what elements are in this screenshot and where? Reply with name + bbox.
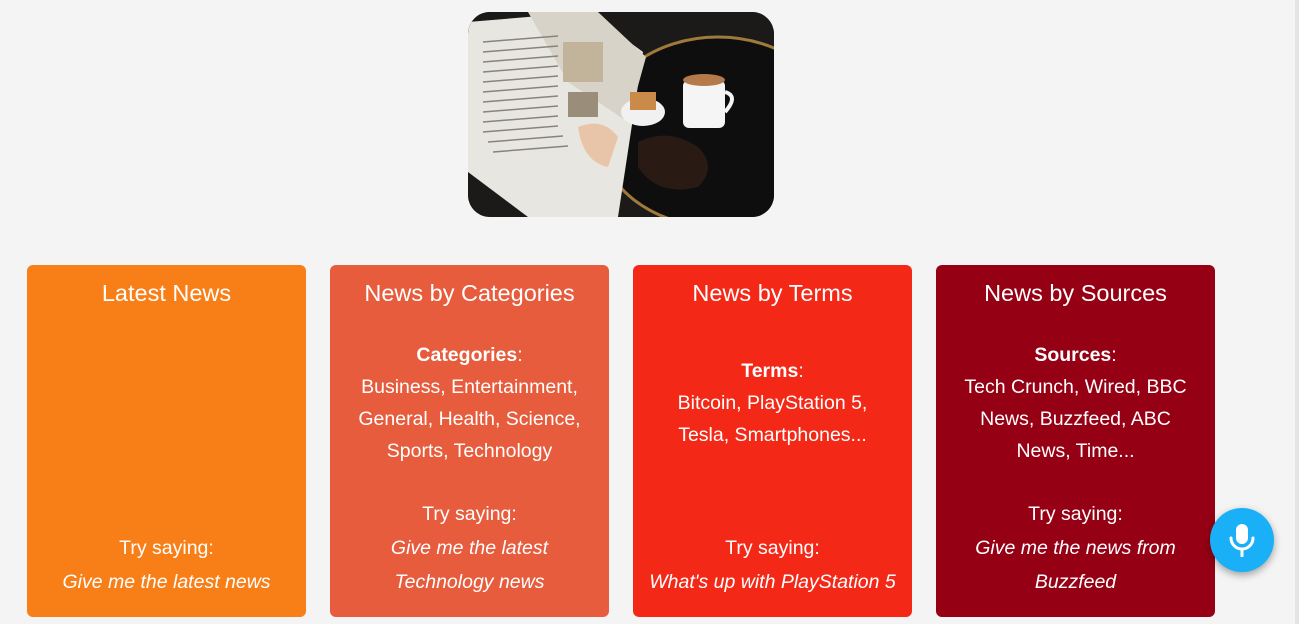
latest-news-card[interactable]: Latest News Try saying: Give me the late… [27,265,306,617]
try-saying: Try saying: Give me the news from Buzzfe… [936,497,1215,599]
example-phrase: Give me the latest Technology news [390,537,549,593]
try-saying: Try saying: What's up with PlayStation 5 [633,531,912,599]
try-saying: Try saying: Give me the latest Technolog… [330,497,609,599]
news-by-terms-card[interactable]: News by Terms Terms: Bitcoin, PlayStatio… [633,265,912,617]
example-phrase: Give me the latest news [62,571,271,593]
card-title: News by Categories [364,280,575,306]
list-colon: : [798,360,804,382]
list-colon: : [517,344,523,366]
try-saying-label: Try saying: [119,537,214,559]
list-label: Sources [1034,344,1112,366]
try-saying-label: Try saying: [1028,503,1123,525]
list-text: Business, Entertainment, General, Health… [358,376,581,462]
example-phrase: What's up with PlayStation 5 [649,571,896,593]
microphone-button[interactable] [1210,508,1274,572]
card-body: Sources: Tech Crunch, Wired, BBC News, B… [954,339,1197,467]
news-by-sources-card[interactable]: News by Sources Sources: Tech Crunch, Wi… [936,265,1215,617]
hero-image [468,12,774,217]
list-text: Bitcoin, PlayStation 5, Tesla, Smartphon… [677,392,868,446]
newspaper-coffee-photo [468,12,774,217]
card-title: News by Sources [984,280,1167,306]
list-text: Tech Crunch, Wired, BBC News, Buzzfeed, … [964,376,1187,462]
try-saying: Try saying: Give me the latest news [27,531,306,599]
list-colon: : [1111,344,1117,366]
try-saying-label: Try saying: [422,503,517,525]
card-title: News by Terms [692,280,853,306]
list-label: Terms [741,360,799,382]
try-saying-label: Try saying: [725,537,820,559]
microphone-icon [1229,524,1255,557]
example-phrase: Give me the news from Buzzfeed [975,537,1176,593]
card-title: Latest News [101,280,232,306]
scrollbar[interactable] [1295,0,1299,624]
list-label: Categories [416,344,518,366]
card-body: Terms: Bitcoin, PlayStation 5, Tesla, Sm… [651,355,894,451]
card-body: Categories: Business, Entertainment, Gen… [348,339,591,467]
news-by-categories-card[interactable]: News by Categories Categories: Business,… [330,265,609,617]
